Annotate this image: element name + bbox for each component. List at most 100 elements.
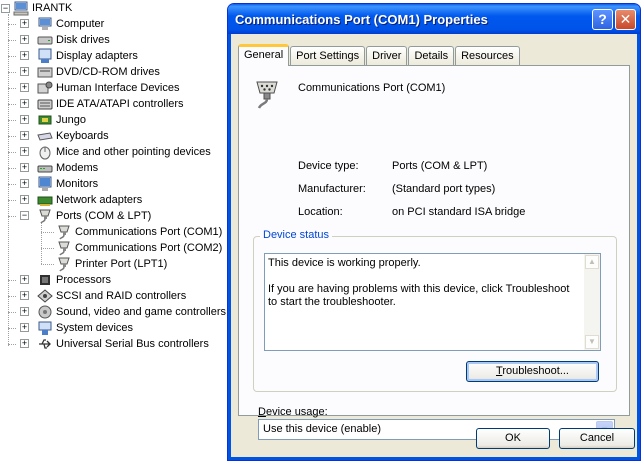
tree-category-item[interactable]: Computer [37, 16, 104, 32]
tree-category-item[interactable]: Mice and other pointing devices [37, 144, 211, 160]
dialog-client: General Port Settings Driver Details Res… [232, 34, 636, 456]
expand-toggle[interactable]: + [20, 339, 29, 348]
expand-toggle[interactable]: + [20, 83, 29, 92]
cancel-button[interactable]: Cancel [559, 428, 635, 449]
tree-device-item[interactable]: Communications Port (COM2) [56, 240, 222, 256]
tree-connector [8, 168, 16, 169]
tree-connector [8, 136, 16, 137]
tree-category-item[interactable]: Human Interface Devices [37, 80, 180, 96]
tree-connector [8, 200, 16, 201]
tree-item-label: Monitors [56, 178, 99, 190]
tree-item-label: Mice and other pointing devices [56, 146, 211, 158]
modem-icon [37, 165, 53, 173]
general-tab-panel: Communications Port (COM1) Device type: … [238, 65, 630, 440]
expand-toggle[interactable]: + [20, 67, 29, 76]
tree-category-item[interactable]: Disk drives [37, 32, 110, 48]
troubleshoot-button[interactable]: Troubleshoot... [466, 361, 599, 382]
collapse-toggle[interactable]: − [20, 211, 29, 220]
scroll-up-icon[interactable]: ▲ [585, 255, 599, 269]
system-device-icon [38, 321, 52, 335]
expand-toggle[interactable]: + [20, 307, 29, 316]
tree-category-item[interactable]: Display adapters [37, 48, 138, 64]
device-usage-label: Device usage: [258, 406, 328, 418]
tree-category-item[interactable]: System devices [37, 320, 133, 336]
port-icon [58, 241, 70, 256]
ok-button[interactable]: OK [476, 428, 550, 449]
tree-connector [8, 216, 16, 217]
chip-icon [38, 115, 52, 125]
tree-category-item[interactable]: Network adapters [37, 192, 142, 208]
tree-device-item[interactable]: Communications Port (COM1) [56, 224, 222, 240]
properties-dialog: Communications Port (COM1) Properties ? … [227, 3, 641, 461]
manufacturer-label: Manufacturer: [298, 183, 366, 195]
tree-category-item[interactable]: DVD/CD-ROM drives [37, 64, 160, 80]
expand-toggle[interactable]: + [20, 275, 29, 284]
tree-connector [8, 56, 16, 57]
tab-port-settings[interactable]: Port Settings [290, 46, 366, 66]
tree-connector [8, 312, 16, 313]
window-title: Communications Port (COM1) Properties [235, 12, 488, 27]
tree-root[interactable]: − IRANTK [1, 0, 72, 16]
tree-item-label: Display adapters [56, 50, 138, 62]
tree-category-item[interactable]: Modems [37, 160, 98, 176]
device-status-group: Device status This device is working pro… [253, 229, 617, 392]
location-value: on PCI standard ISA bridge [392, 206, 526, 218]
expand-toggle[interactable]: + [20, 195, 29, 204]
tree-category-item[interactable]: Ports (COM & LPT) [37, 208, 151, 224]
expand-toggle[interactable]: + [20, 51, 29, 60]
expand-toggle[interactable]: + [20, 323, 29, 332]
tree-category-item[interactable]: Universal Serial Bus controllers [37, 336, 209, 352]
collapse-toggle[interactable]: − [1, 3, 10, 13]
expand-toggle[interactable]: + [20, 115, 29, 124]
expand-toggle[interactable]: + [20, 147, 29, 156]
tab-driver[interactable]: Driver [366, 46, 408, 66]
tree-category-item[interactable]: Keyboards [37, 128, 109, 144]
tree-device-item[interactable]: Printer Port (LPT1) [56, 256, 167, 272]
device-tree: − IRANTK + Computer + Disk drives + Display a… [0, 0, 230, 463]
expand-toggle[interactable]: + [20, 163, 29, 172]
port-icon [58, 225, 70, 240]
tree-item-label: Keyboards [56, 130, 109, 142]
cdrom-icon [37, 67, 53, 78]
device-usage-label-text: evice usage: [265, 406, 328, 418]
tree-category-item[interactable]: Jungo [37, 112, 86, 128]
expand-toggle[interactable]: + [20, 19, 29, 28]
tab-details[interactable]: Details [408, 46, 455, 66]
tree-category-item[interactable]: IDE ATA/ATAPI controllers [37, 96, 184, 112]
tree-item-label: Human Interface Devices [56, 82, 180, 94]
scroll-down-icon[interactable]: ▼ [585, 335, 599, 349]
close-button[interactable]: ✕ [615, 9, 636, 30]
disk-drive-icon [37, 36, 53, 45]
sound-icon [38, 305, 52, 319]
tree-connector [41, 264, 54, 265]
tree-item-label: Network adapters [56, 194, 143, 206]
tree-category-item[interactable]: Sound, video and game controllers [37, 304, 226, 320]
expand-toggle[interactable]: + [20, 99, 29, 108]
expand-toggle[interactable]: + [20, 131, 29, 140]
tree-item-label: Modems [56, 162, 99, 174]
usb-icon [39, 339, 51, 349]
tree-item-label: Communications Port (COM2) [75, 242, 223, 254]
expand-toggle[interactable]: + [20, 179, 29, 188]
tree-item-label: IDE ATA/ATAPI controllers [56, 98, 184, 110]
status-line: If you are having problems with this dev… [268, 283, 570, 308]
title-bar[interactable]: Communications Port (COM1) Properties ? … [228, 4, 640, 34]
tree-connector [8, 280, 16, 281]
tree-connector [8, 296, 16, 297]
expand-toggle[interactable]: + [20, 35, 29, 44]
expand-toggle[interactable]: + [20, 291, 29, 300]
hid-icon [37, 81, 53, 94]
help-button[interactable]: ? [592, 9, 613, 30]
tree-category-item[interactable]: Monitors [37, 176, 98, 192]
device-status-textbox[interactable]: This device is working properly. If you … [264, 253, 601, 351]
tree-category-item[interactable]: SCSI and RAID controllers [37, 288, 186, 304]
tree-item-label: DVD/CD-ROM drives [56, 66, 160, 78]
tab-resources[interactable]: Resources [455, 46, 520, 66]
status-scrollbar[interactable]: ▲ ▼ [584, 254, 600, 350]
manufacturer-value: (Standard port types) [392, 183, 496, 195]
tree-category-item[interactable]: Processors [37, 272, 111, 288]
tab-general[interactable]: General [238, 44, 290, 66]
processor-icon [40, 275, 50, 285]
port-icon [39, 209, 51, 224]
tree-connector [41, 248, 54, 249]
